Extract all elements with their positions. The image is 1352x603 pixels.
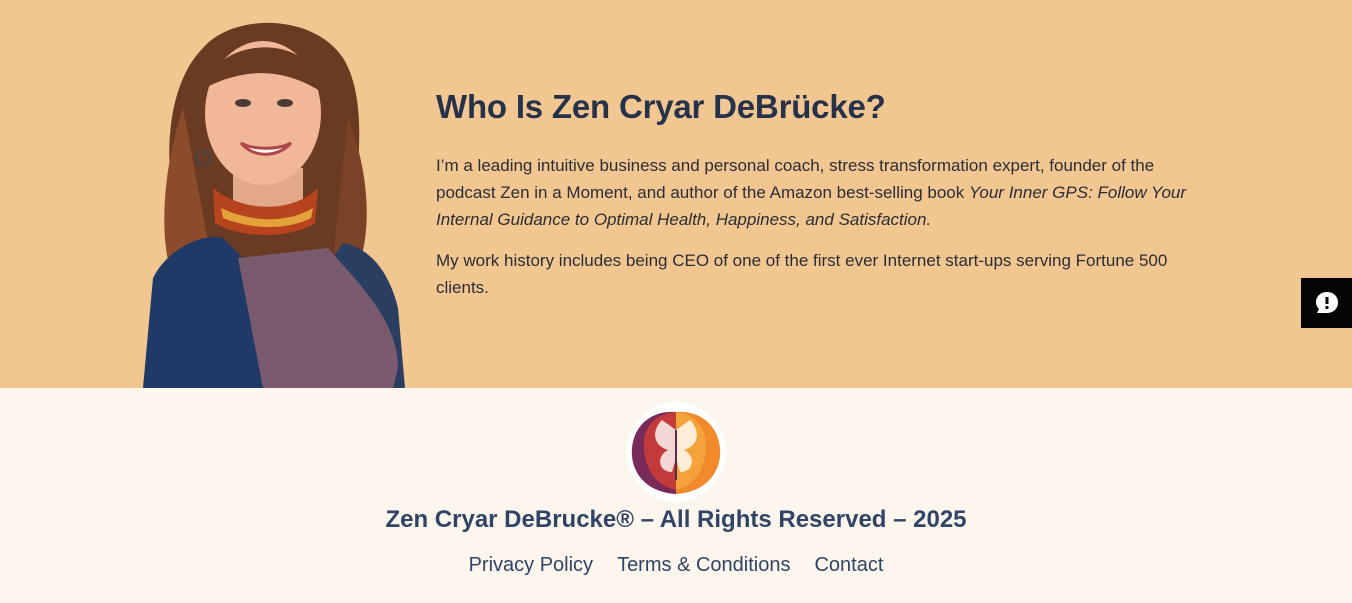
portrait-photo xyxy=(143,22,405,388)
about-section: Who Is Zen Cryar DeBrücke? I’m a leading… xyxy=(0,0,1352,388)
about-paragraph-1: I’m a leading intuitive business and per… xyxy=(436,152,1196,233)
copyright-text: Zen Cryar DeBrucke® – All Rights Reserve… xyxy=(385,506,967,533)
contact-link[interactable]: Contact xyxy=(814,554,883,577)
butterfly-brain-logo xyxy=(626,402,726,502)
privacy-policy-link[interactable]: Privacy Policy xyxy=(469,554,593,577)
about-heading: Who Is Zen Cryar DeBrücke? xyxy=(436,88,886,125)
terms-conditions-link[interactable]: Terms & Conditions xyxy=(617,554,790,577)
about-paragraph-2: My work history includes being CEO of on… xyxy=(436,251,1168,297)
site-footer: Zen Cryar DeBrucke® – All Rights Reserve… xyxy=(0,388,1352,603)
footer-links: Privacy Policy Terms & Conditions Contac… xyxy=(0,554,1352,577)
about-text: Who Is Zen Cryar DeBrücke? I’m a leading… xyxy=(436,88,1196,315)
chat-bubble-icon xyxy=(1315,292,1338,313)
chat-widget-button[interactable] xyxy=(1301,278,1352,328)
